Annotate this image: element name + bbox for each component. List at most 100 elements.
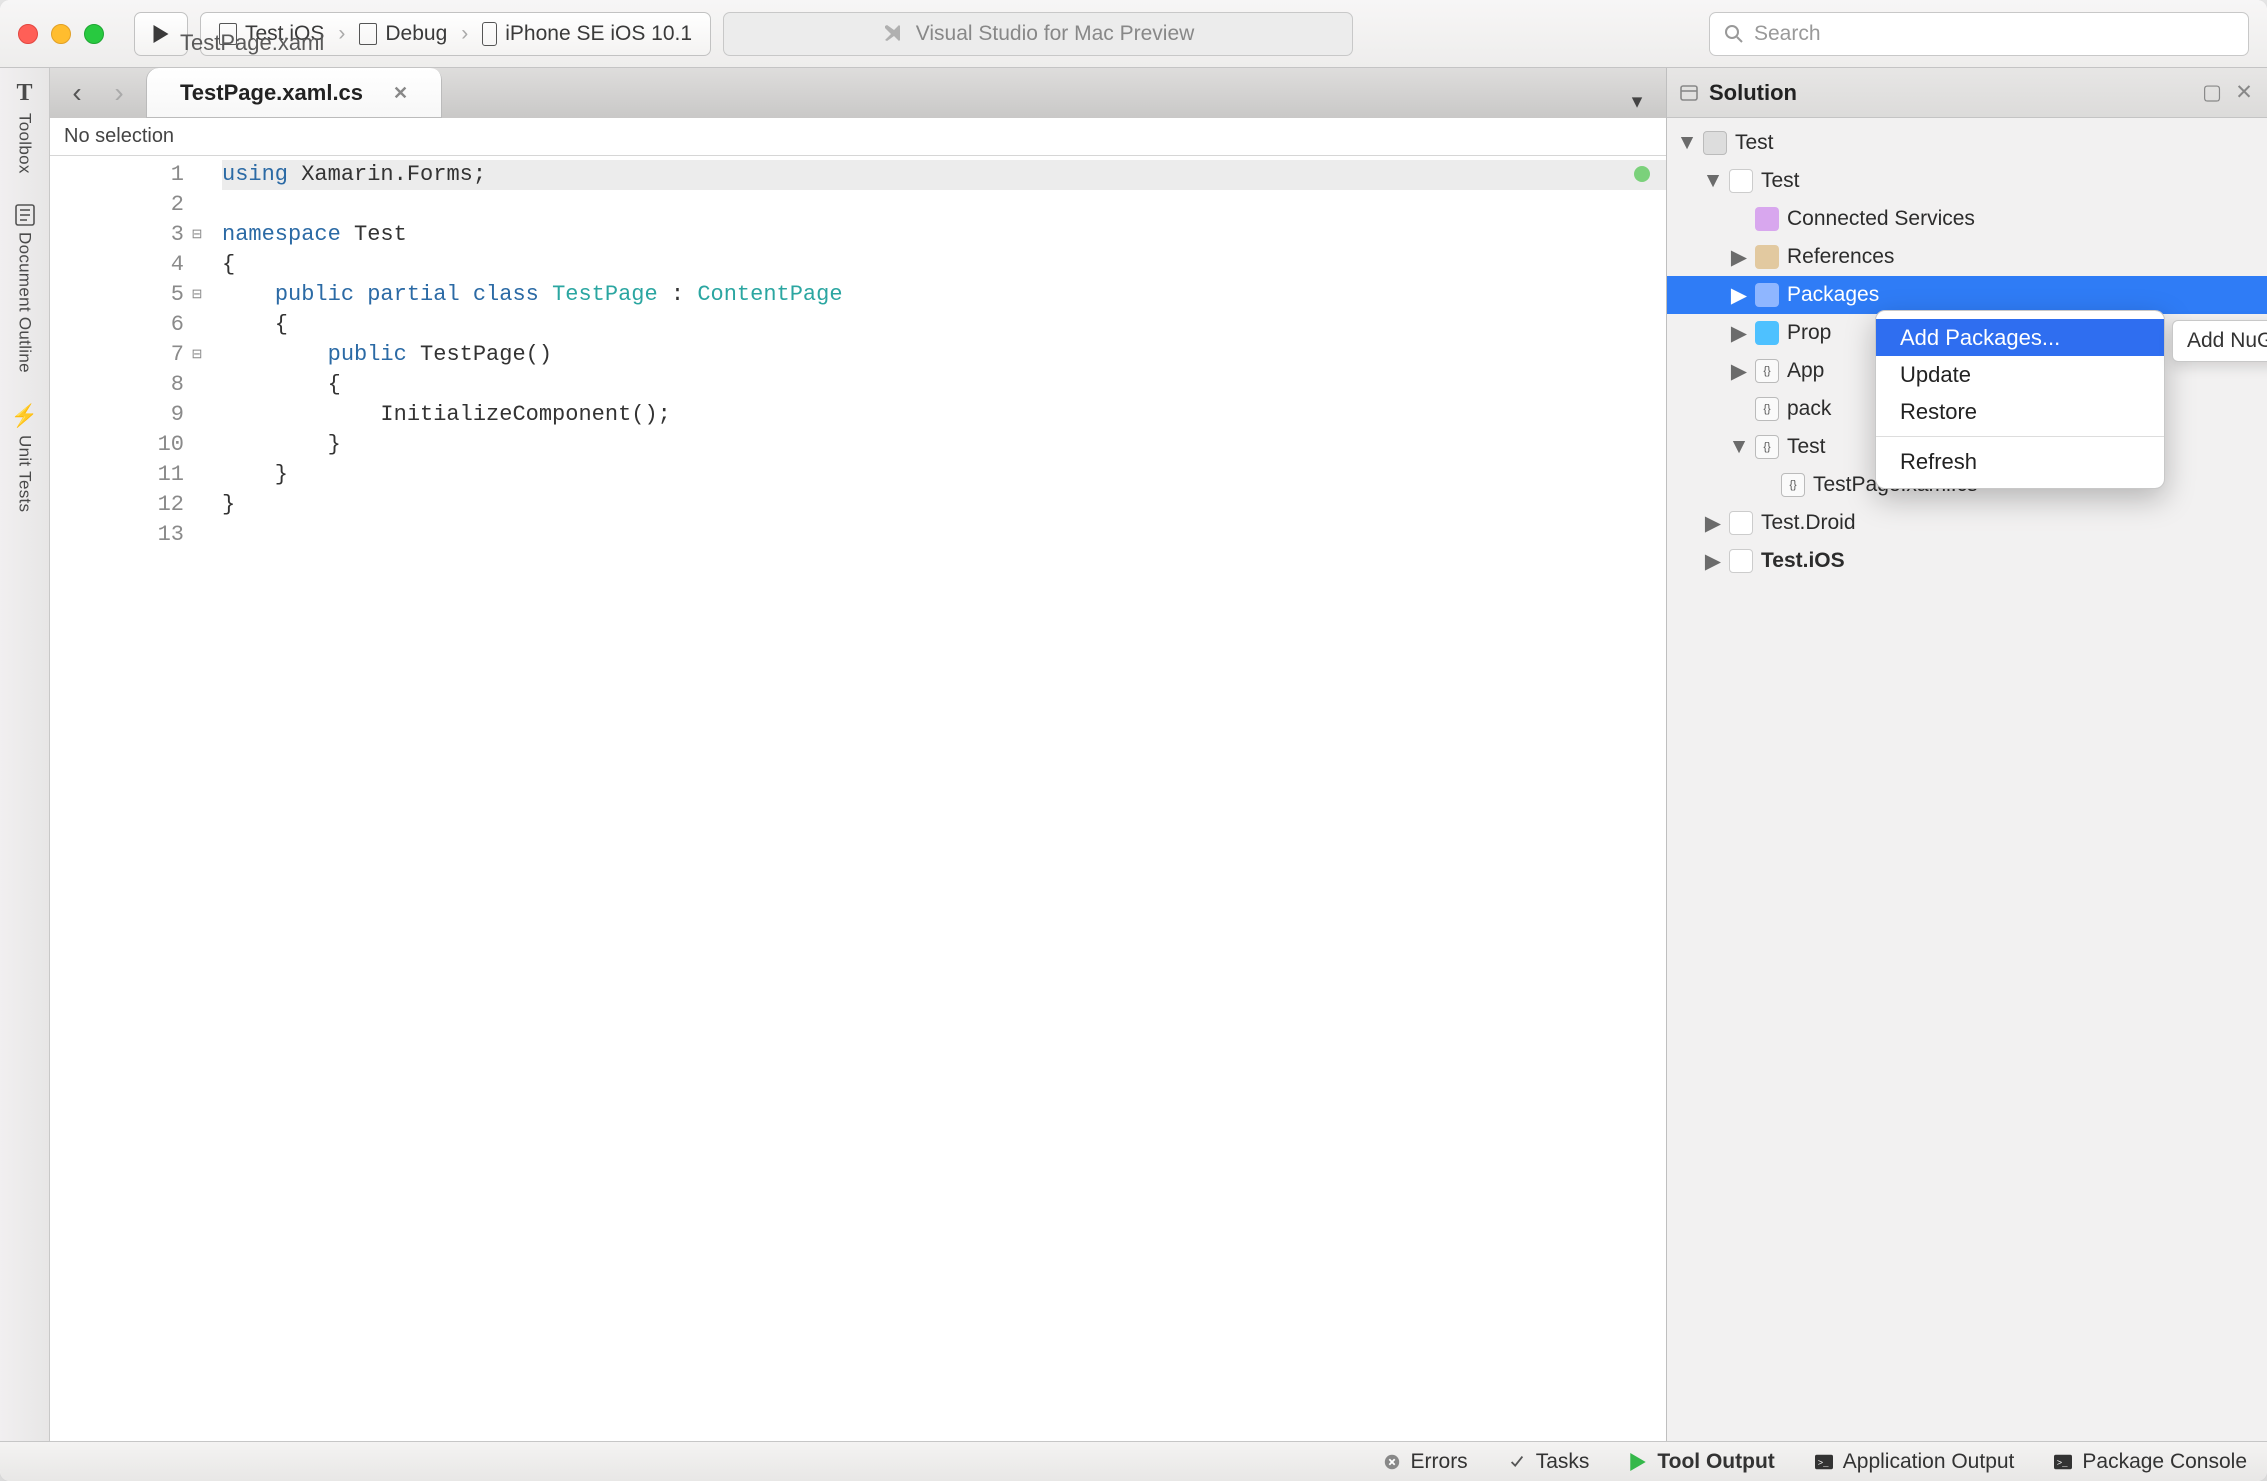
cs-icon: {}	[1781, 473, 1805, 497]
ref-icon	[1755, 245, 1779, 269]
errors-pad[interactable]: Errors	[1383, 1450, 1468, 1474]
tree-item-label: Packages	[1787, 283, 1879, 307]
app-window: Test.iOS › Debug › iPhone SE iOS 10.1 Vi…	[0, 0, 2267, 1481]
chevron-right-icon: ›	[461, 22, 468, 46]
zoom-window[interactable]	[84, 24, 104, 44]
tree-item-label: Test	[1735, 131, 1774, 155]
disclosure-icon[interactable]: ▼	[1731, 435, 1747, 459]
disclosure-icon[interactable]: ▶	[1705, 549, 1721, 574]
close-window[interactable]	[18, 24, 38, 44]
package-console-pad[interactable]: >_ Package Console	[2054, 1450, 2247, 1474]
prop-icon	[1755, 321, 1779, 345]
line-gutter: 123⊟45⊟67⊟8910111213	[50, 156, 210, 1441]
tab-history-nav: ‹ ›	[50, 68, 146, 118]
solution-title: Solution	[1709, 80, 1797, 106]
context-menu-item[interactable]: Update	[1876, 356, 2164, 393]
context-menu-item[interactable]: Restore	[1876, 393, 2164, 430]
bolt-icon: ⚡	[11, 403, 38, 429]
cs-icon: {}	[1755, 359, 1779, 383]
cs-icon: {}	[1755, 435, 1779, 459]
toolbox-pad[interactable]: T Toolbox	[15, 80, 35, 174]
maximize-pad-button[interactable]: ▢	[2201, 82, 2223, 104]
status-bar: Errors Tasks Tool Output >_ Application O…	[0, 1441, 2267, 1481]
tree-item-label: Prop	[1787, 321, 1831, 345]
solution-icon	[1679, 83, 1699, 103]
search-box[interactable]	[1709, 12, 2249, 56]
tree-item-label: pack	[1787, 397, 1831, 421]
tree-item-label: App	[1787, 359, 1824, 383]
tree-item-label: References	[1787, 245, 1894, 269]
nav-back-button[interactable]: ‹	[56, 73, 98, 113]
code-editor[interactable]: 123⊟45⊟67⊟8910111213 using Xamarin.Forms…	[50, 156, 1666, 1441]
solution-panel: Solution ▢ ✕ ▼ Test ▼ Test Connected Service…	[1667, 68, 2267, 1441]
app-title: Visual Studio for Mac Preview	[916, 22, 1195, 46]
tasks-label: Tasks	[1536, 1450, 1590, 1474]
main-area: T Toolbox Document Outline ⚡ Unit Tests …	[0, 68, 2267, 1441]
disclosure-icon[interactable]: ▼	[1679, 131, 1695, 155]
editor-tabs: ‹ › TestPage.xamlTestPage.xaml.cs✕ ▾	[50, 68, 1666, 118]
pkg-icon	[1755, 283, 1779, 307]
tree-item-label: Test	[1787, 435, 1826, 459]
tree-item-proj[interactable]: ▶ Test.Droid	[1667, 504, 2267, 542]
tool-label: Tool Output	[1657, 1450, 1774, 1474]
code-source[interactable]: using Xamarin.Forms; namespace Test{ pub…	[210, 156, 1666, 1441]
search-icon	[1724, 24, 1744, 44]
context-menu-item[interactable]: Refresh	[1876, 443, 2164, 480]
proj-icon	[1729, 169, 1753, 193]
proj-icon	[1729, 511, 1753, 535]
toolbox-icon: T	[16, 80, 32, 107]
close-pad-button[interactable]: ✕	[2233, 82, 2255, 104]
pkg-label: Package Console	[2082, 1450, 2247, 1474]
tasks-pad[interactable]: Tasks	[1508, 1450, 1590, 1474]
disclosure-icon[interactable]: ▶	[1731, 245, 1747, 270]
vs-icon	[882, 22, 906, 46]
editor-tab[interactable]: TestPage.xaml.cs✕	[146, 68, 442, 118]
minimize-window[interactable]	[51, 24, 71, 44]
editor-pane: ‹ › TestPage.xamlTestPage.xaml.cs✕ ▾ No …	[50, 68, 1667, 1441]
tool-output-pad[interactable]: Tool Output	[1629, 1450, 1774, 1474]
toolbox-label: Toolbox	[15, 113, 35, 174]
tree-item-pkg[interactable]: ▶ Packages	[1667, 276, 2267, 314]
tree-item-proj[interactable]: ▼ Test	[1667, 162, 2267, 200]
editor-tab[interactable]: TestPage.xaml	[146, 18, 442, 68]
serv-icon	[1755, 207, 1779, 231]
unit-tests-pad[interactable]: ⚡ Unit Tests	[11, 403, 38, 512]
svg-text:>_: >_	[2057, 1458, 2068, 1468]
disclosure-icon[interactable]: ▼	[1705, 169, 1721, 193]
disclosure-icon[interactable]: ▶	[1731, 283, 1747, 308]
tree-item-ref[interactable]: ▶ References	[1667, 238, 2267, 276]
tree-item-label: Test	[1761, 169, 1800, 193]
tree-item-label: Connected Services	[1787, 207, 1975, 231]
app-output-pad[interactable]: >_ Application Output	[1815, 1450, 2015, 1474]
solution-header: Solution ▢ ✕	[1667, 68, 2267, 118]
status-indicator	[1634, 166, 1650, 182]
left-sidebar: T Toolbox Document Outline ⚡ Unit Tests	[0, 68, 50, 1441]
title-bar: Visual Studio for Mac Preview	[723, 12, 1353, 56]
doc-outline-pad[interactable]: Document Outline	[15, 204, 35, 373]
outline-icon	[15, 204, 35, 226]
tree-item-sol[interactable]: ▼ Test	[1667, 124, 2267, 162]
errors-label: Errors	[1411, 1450, 1468, 1474]
packages-context-menu[interactable]: Add Packages...UpdateRestore Refresh	[1875, 310, 2165, 489]
svg-text:>_: >_	[1817, 1458, 1828, 1468]
disclosure-icon[interactable]: ▶	[1731, 321, 1747, 346]
close-tab-icon[interactable]: ✕	[393, 83, 408, 104]
tree-item-serv[interactable]: Connected Services	[1667, 200, 2267, 238]
breadcrumb[interactable]: No selection	[50, 118, 1666, 156]
config-device: iPhone SE iOS 10.1	[505, 22, 692, 46]
sol-icon	[1703, 131, 1727, 155]
device-icon	[482, 22, 497, 46]
search-input[interactable]	[1754, 22, 2234, 46]
window-controls	[18, 24, 104, 44]
tests-label: Unit Tests	[15, 435, 35, 512]
outline-label: Document Outline	[15, 232, 35, 373]
tab-overflow-button[interactable]: ▾	[1620, 84, 1654, 118]
disclosure-icon[interactable]: ▶	[1705, 511, 1721, 536]
tree-item-proj[interactable]: ▶Test.iOS	[1667, 542, 2267, 580]
proj-icon	[1729, 549, 1753, 573]
tree-item-label: Test.Droid	[1761, 511, 1856, 535]
disclosure-icon[interactable]: ▶	[1731, 359, 1747, 384]
nav-forward-button[interactable]: ›	[98, 73, 140, 113]
app-label: Application Output	[1843, 1450, 2015, 1474]
context-menu-item[interactable]: Add Packages...	[1876, 319, 2164, 356]
